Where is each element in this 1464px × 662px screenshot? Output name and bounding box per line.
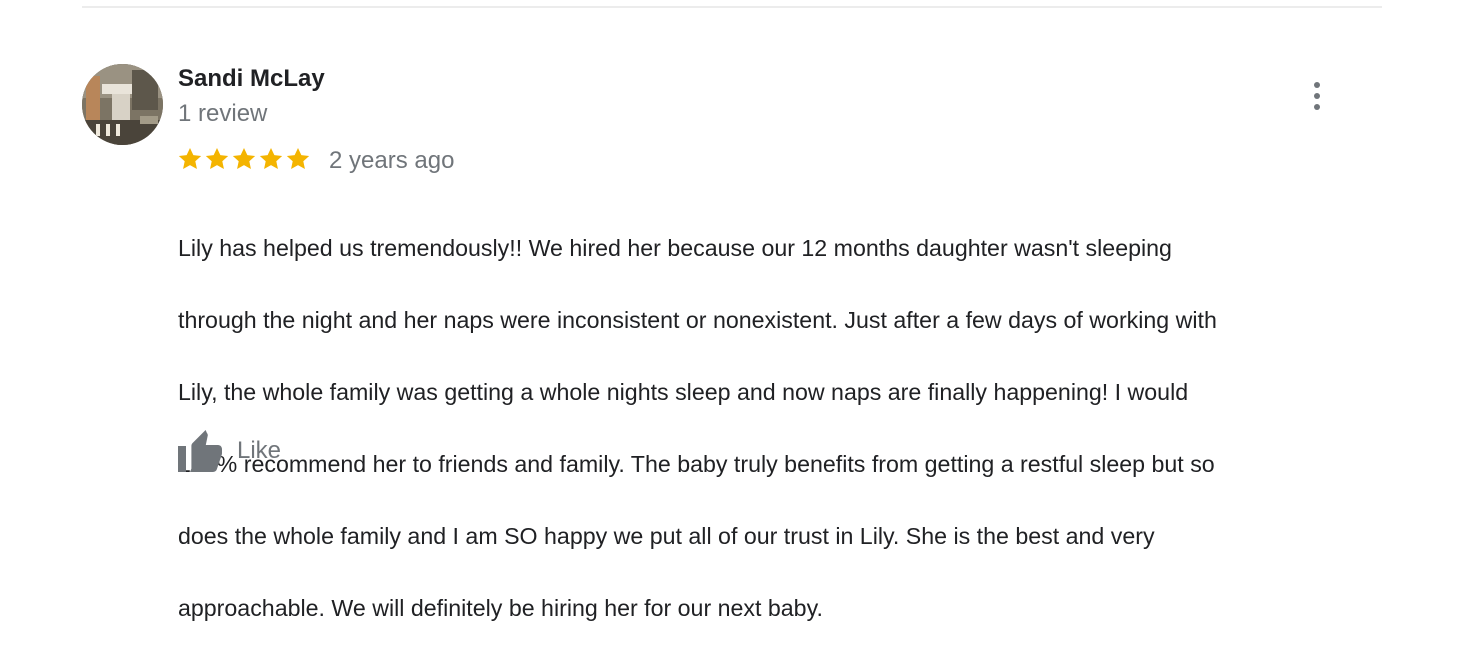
more-vert-icon <box>1314 82 1320 88</box>
review-text-line: through the night and her naps were inco… <box>178 307 1217 333</box>
more-vert-icon-dot <box>1314 104 1320 110</box>
like-button[interactable]: Like <box>176 428 281 474</box>
reviewer-review-count: 1 review <box>178 100 268 127</box>
star-icon <box>286 147 310 169</box>
review-timestamp: 2 years ago <box>329 147 455 174</box>
star-rating <box>177 146 311 172</box>
review-text-line: approachable. We will definitely be hiri… <box>178 595 823 621</box>
review-text-line: 100% recommend her to friends and family… <box>178 451 1215 477</box>
star-icon <box>205 147 229 169</box>
top-divider <box>82 6 1382 8</box>
star-icon <box>259 147 283 169</box>
more-vert-icon-dot <box>1314 93 1320 99</box>
reviewer-avatar[interactable] <box>82 64 163 145</box>
review-text-line: does the whole family and I am SO happy … <box>178 523 1155 549</box>
review-text-line: Lily, the whole family was getting a who… <box>178 379 1189 405</box>
thumbs-up-icon <box>178 430 222 472</box>
star-icon <box>178 147 202 169</box>
review-text: Lily has helped us tremendously!! We hir… <box>178 194 1378 662</box>
more-options-button[interactable] <box>1302 76 1332 116</box>
like-label: Like <box>237 437 282 464</box>
review-text-line: Lily has helped us tremendously!! We hir… <box>178 235 1172 261</box>
star-icon <box>232 147 256 169</box>
avatar-photo <box>82 64 163 145</box>
reviewer-name[interactable]: Sandi McLay <box>178 64 325 94</box>
